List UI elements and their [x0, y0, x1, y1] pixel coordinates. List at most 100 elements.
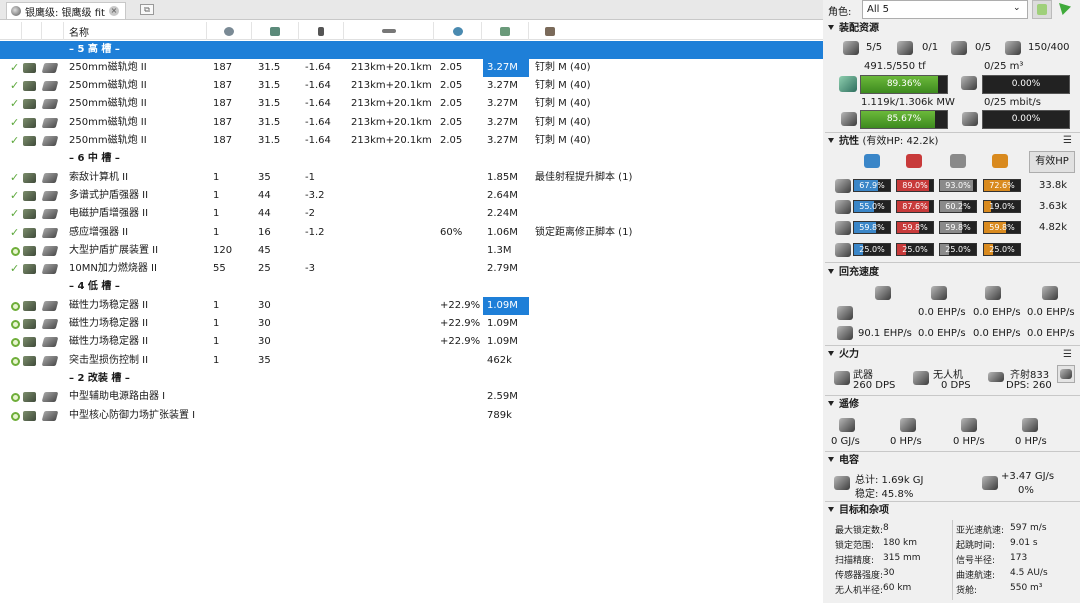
- module-row[interactable]: ✓ 250mm磁轨炮 II 187 31.5 -1.64 213km+20.1km 2.05…: [0, 132, 823, 150]
- module-powergrid: 31.5: [258, 135, 281, 146]
- offline-icon[interactable]: [11, 356, 20, 366]
- online-icon[interactable]: ✓: [10, 263, 19, 274]
- module-powergrid: 31.5: [258, 80, 281, 92]
- cycle-icon: [452, 26, 463, 36]
- module-row[interactable]: 磁性力场稳定器 II 1 30 +22.9% 1.09M: [0, 315, 823, 333]
- remote-armor: 0 HP/s: [953, 436, 985, 447]
- capacitor-header[interactable]: 电容: [828, 454, 859, 468]
- online-icon[interactable]: ✓: [10, 227, 19, 238]
- targeting-section: 目标和杂项 最大锁定数: 8 锁定范围: 180 km 扫描精度: 315 mm 传感器强度…: [825, 504, 1080, 603]
- module-row[interactable]: ✓ 250mm磁轨炮 II 187 31.5 -1.64 213km+20.1km 2.05…: [0, 77, 823, 95]
- resist-cell: 25.0%: [896, 243, 934, 256]
- col-name[interactable]: 名称: [64, 22, 207, 40]
- recharge-header[interactable]: 回充速度: [828, 266, 879, 280]
- module-row[interactable]: 中型辅助电源路由器 I 2.59M: [0, 388, 823, 406]
- module-row[interactable]: ✓ 多谱式护盾强器 II 1 44 -3.2 2.64M: [0, 187, 823, 205]
- online-icon[interactable]: ✓: [10, 172, 19, 183]
- module-icon: [23, 117, 36, 128]
- cap-transfer-icon: [839, 418, 855, 432]
- fitting-header[interactable]: 装配资源: [828, 22, 879, 36]
- power-bar: 85.67%: [860, 110, 948, 129]
- resist-header[interactable]: 抗性 (有效HP: 42.2k): [828, 135, 938, 149]
- resist-value: 55.0%: [859, 202, 885, 211]
- module-charge: 最佳射程提升脚本 (1): [535, 171, 633, 183]
- stat-label: 起跳时间:: [956, 541, 996, 551]
- module-row[interactable]: ✓ 索敌计算机 II 1 35 -1 1.85M 最佳射程提升脚本 (1): [0, 169, 823, 187]
- online-icon[interactable]: ✓: [10, 98, 19, 109]
- capacitor-section: 电容 总计: 1.69k GJ 稳定: 45.8% +3.47 GJ/s 0%: [825, 454, 1080, 500]
- fit-tab[interactable]: 银鹰级: 银鹰级 fit ×: [6, 2, 126, 19]
- col-charge-icon[interactable]: [42, 22, 64, 40]
- rack-header[interactable]: – 6 中 槽 –: [0, 150, 823, 168]
- module-row[interactable]: ✓ 电磁护盾增强器 II 1 44 -2 2.24M: [0, 205, 823, 223]
- module-cpu: 187: [213, 116, 233, 128]
- module-row[interactable]: ✓ 感应增强器 II 1 16 -1.2 60% 1.06M 锁定距离修正脚本 (1): [0, 224, 823, 242]
- module-powergrid: 16: [258, 226, 271, 238]
- rack-header[interactable]: – 5 高 槽 –: [0, 40, 823, 59]
- ammo-select-button[interactable]: [1057, 365, 1075, 383]
- close-icon[interactable]: ×: [108, 6, 119, 16]
- col-icon[interactable]: [22, 22, 42, 40]
- col-cycle[interactable]: [434, 22, 482, 40]
- weapon-label: 武器: [853, 370, 873, 381]
- online-icon[interactable]: ✓: [10, 135, 19, 146]
- online-icon[interactable]: ✓: [10, 208, 19, 219]
- remote-rep-header[interactable]: 遥修: [828, 398, 859, 412]
- drone-bw-bar: 0.00%: [982, 110, 1070, 129]
- armor-icon: [835, 200, 851, 214]
- offline-icon[interactable]: [11, 320, 20, 329]
- col-cpu[interactable]: [207, 22, 252, 40]
- col-powergrid[interactable]: [252, 22, 299, 40]
- module-row[interactable]: 磁性力场稳定器 II 1 30 +22.9% 1.09M: [0, 296, 823, 315]
- online-icon[interactable]: ✓: [10, 80, 19, 91]
- offline-icon[interactable]: [11, 301, 20, 311]
- resist-value: 59.8%: [989, 223, 1015, 232]
- role-select[interactable]: All 5 ⌄: [862, 0, 1028, 19]
- refresh-button[interactable]: [1032, 0, 1052, 19]
- online-icon[interactable]: ✓: [10, 190, 19, 201]
- targeting-header[interactable]: 目标和杂项: [828, 504, 889, 518]
- module-powergrid: 45: [258, 244, 271, 256]
- col-range[interactable]: [344, 22, 434, 40]
- ship-icon: [11, 6, 21, 16]
- damage-pattern-icon: [835, 243, 851, 257]
- module-icon: [23, 319, 36, 329]
- online-icon[interactable]: ✓: [10, 117, 19, 128]
- online-icon[interactable]: ✓: [10, 62, 19, 73]
- offline-icon[interactable]: [11, 246, 20, 256]
- offline-icon[interactable]: [11, 338, 20, 348]
- remote-hull: 0 HP/s: [1015, 436, 1047, 447]
- rack-header[interactable]: – 2 改装 槽 –: [0, 370, 823, 388]
- module-row[interactable]: ✓ 250mm磁轨炮 II 187 31.5 -1.64 213km+20.1km 2.05…: [0, 58, 823, 77]
- module-row[interactable]: 大型护盾扩展装置 II 120 45 1.3M: [0, 242, 823, 260]
- module-row[interactable]: ✓ 250mm磁轨炮 II 187 31.5 -1.64 213km+20.1km 2.05…: [0, 95, 823, 113]
- ehp-button[interactable]: 有效HP: [1029, 151, 1075, 173]
- module-price: 3.27M: [487, 80, 518, 92]
- flag-button[interactable]: [1055, 0, 1075, 19]
- module-capacitor: -1.2: [305, 226, 325, 238]
- rack-header[interactable]: – 4 低 槽 –: [0, 278, 823, 296]
- module-name: 中型辅助电源路由器 I: [69, 391, 166, 403]
- module-row[interactable]: ✓ 10MN加力燃烧器 II 55 25 -3 2.79M: [0, 260, 823, 278]
- module-row[interactable]: 中型核心防御力场扩张装置 I 789k: [0, 407, 823, 425]
- col-charge[interactable]: [529, 22, 823, 40]
- resist-cell: 59.8%: [853, 221, 891, 234]
- resist-cell: 55.0%: [853, 200, 891, 213]
- module-row[interactable]: 突击型损伤控制 II 1 35 462k: [0, 352, 823, 370]
- offline-icon[interactable]: [11, 393, 20, 403]
- new-tab-icon[interactable]: ⧉: [140, 4, 154, 15]
- module-row[interactable]: ✓ 250mm磁轨炮 II 187 31.5 -1.64 213km+20.1km 2.05…: [0, 114, 823, 132]
- charge-icon: [41, 136, 59, 146]
- col-state[interactable]: [0, 22, 22, 40]
- menu-icon[interactable]: ☰: [1063, 136, 1073, 146]
- module-price: 2.64M: [487, 189, 518, 201]
- resist-cell: 67.9%: [853, 179, 891, 192]
- recharge-section: 回充速度 0.0 EHP/s 0.0 EHP/s 0.0 EHP/s 90.1 …: [825, 264, 1080, 344]
- offline-icon[interactable]: [11, 411, 20, 421]
- firepower-header[interactable]: 火力: [828, 348, 859, 362]
- col-price[interactable]: [482, 22, 529, 40]
- module-row[interactable]: 磁性力场稳定器 II 1 30 +22.9% 1.09M: [0, 333, 823, 351]
- col-capacitor[interactable]: [299, 22, 344, 40]
- module-cpu: 1: [213, 226, 220, 238]
- menu-icon[interactable]: ☰: [1063, 350, 1073, 360]
